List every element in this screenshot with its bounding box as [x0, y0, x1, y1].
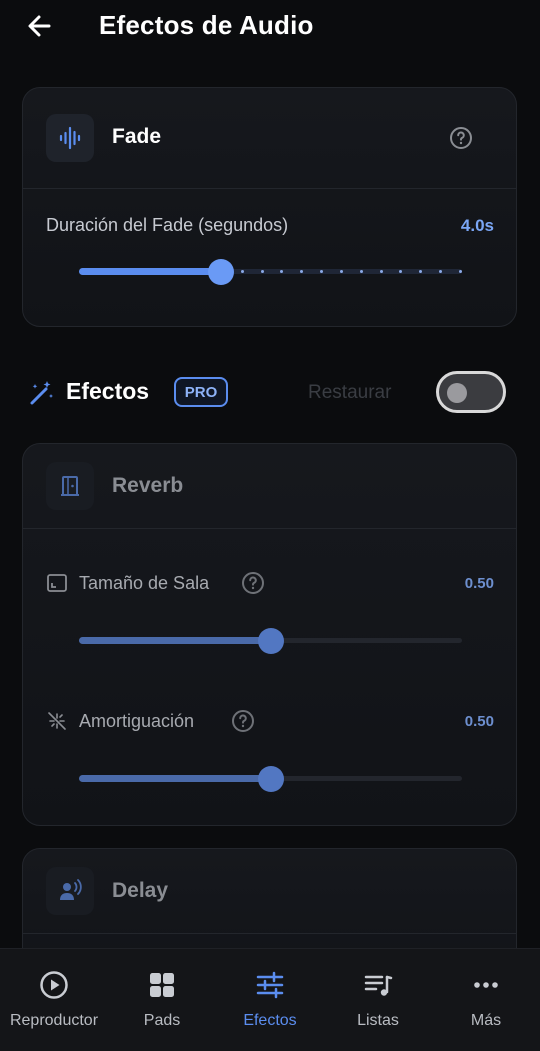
sliders-icon	[256, 971, 284, 999]
help-icon[interactable]	[241, 571, 265, 595]
damping-icon	[48, 712, 66, 730]
slider-tick-dot	[379, 270, 383, 273]
more-icon	[474, 982, 498, 988]
room-size-value: 0.50	[464, 575, 494, 592]
slider-tick-dot	[320, 270, 324, 273]
arrow-left-icon	[28, 15, 51, 37]
fade-card-header: Fade	[23, 88, 516, 189]
slider-tick-dot	[458, 270, 462, 273]
slider-tick-dot	[399, 270, 403, 273]
nav-label: Reproductor	[9, 1012, 99, 1029]
slider-tick-dot	[280, 270, 284, 273]
delay-icon-box	[46, 867, 94, 915]
waveform-icon	[59, 126, 81, 150]
slider-tick-dot	[240, 270, 244, 273]
slider-tick-dot	[359, 270, 363, 273]
nav-item-reproductor[interactable]: Reproductor	[0, 949, 108, 1051]
play-circle-icon	[40, 971, 68, 999]
slider-tick-dot	[300, 270, 304, 273]
reverb-card: Reverb Tamaño de Sala 0.50 Amortiguación	[22, 443, 517, 826]
restore-button[interactable]: Restaurar	[308, 382, 391, 404]
slider-tick-dot	[260, 270, 264, 273]
slider-fill	[79, 775, 271, 782]
fade-duration-slider[interactable]	[79, 259, 462, 285]
fade-card: Fade Duración del Fade (segundos) 4.0s	[22, 87, 517, 327]
toggle-knob	[447, 383, 467, 403]
room-size-icon	[47, 574, 67, 592]
delay-title: Delay	[112, 879, 169, 902]
back-button[interactable]	[22, 8, 58, 44]
nav-item-mas[interactable]: Más	[432, 949, 540, 1051]
delay-card-header: Delay	[23, 849, 516, 934]
voice-icon	[60, 879, 82, 900]
room-size-label: Tamaño de Sala	[79, 573, 210, 593]
slider-thumb[interactable]	[257, 628, 284, 654]
room-size-slider[interactable]	[79, 628, 462, 654]
grid-icon	[150, 973, 174, 997]
slider-fill	[79, 268, 221, 275]
fade-title: Fade	[112, 125, 162, 148]
nav-label: Pads	[143, 1012, 181, 1029]
nav-item-pads[interactable]: Pads	[108, 949, 216, 1051]
door-icon	[61, 476, 79, 496]
slider-tick-dot	[419, 270, 423, 273]
damping-label: Amortiguación	[79, 711, 195, 731]
help-icon[interactable]	[449, 126, 473, 150]
nav-item-efectos[interactable]: Efectos	[216, 949, 324, 1051]
reverb-title: Reverb	[112, 474, 184, 497]
slider-tick-dot	[339, 270, 343, 273]
nav-label: Efectos	[243, 1012, 297, 1029]
slider-thumb[interactable]	[207, 259, 234, 285]
damping-value: 0.50	[464, 713, 494, 730]
effects-section-header: Efectos PRO Restaurar	[0, 368, 540, 418]
bottom-navigation: Reproductor Pads Efectos Listas Más	[0, 948, 540, 1051]
effects-toggle[interactable]	[436, 371, 506, 413]
nav-label: Más	[470, 1012, 502, 1029]
fade-duration-value: 4.0s	[460, 216, 494, 235]
slider-thumb[interactable]	[257, 766, 284, 792]
damping-slider[interactable]	[79, 766, 462, 792]
nav-label: Listas	[357, 1012, 399, 1029]
reverb-card-header: Reverb	[23, 444, 516, 529]
app-header: Efectos de Audio	[0, 0, 540, 60]
help-icon[interactable]	[231, 709, 255, 733]
reverb-icon-box	[46, 462, 94, 510]
page-title: Efectos de Audio	[99, 10, 314, 40]
pro-badge: PRO	[174, 377, 228, 407]
slider-fill	[79, 637, 271, 644]
slider-tick-marks	[240, 270, 462, 273]
fade-duration-label: Duración del Fade (segundos)	[46, 215, 289, 235]
magic-wand-icon	[30, 381, 53, 405]
nav-item-listas[interactable]: Listas	[324, 949, 432, 1051]
fade-icon-box	[46, 114, 94, 162]
effects-title: Efectos	[66, 378, 150, 404]
playlist-icon	[364, 975, 393, 996]
slider-tick-dot	[439, 270, 443, 273]
